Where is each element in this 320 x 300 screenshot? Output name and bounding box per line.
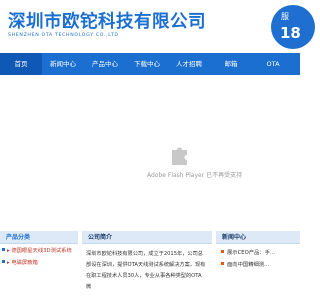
nav-item-mail[interactable]: 邮箱 (210, 53, 252, 75)
intro-panel: 公司简介 深圳市欧铊科技有限公司，成立于2015年，公司总部设在深圳，提供OTA… (82, 231, 212, 300)
plugin-puzzle-icon (168, 142, 192, 166)
banner-area (0, 75, 300, 230)
main-nav: 首页 新闻中心 产品中心 下载中心 人才招聘 邮箱 OTA CRM (0, 53, 300, 75)
bullet-icon (221, 250, 224, 253)
phone-badge-label: 服 (281, 12, 289, 21)
nav-item-home[interactable]: 首页 (0, 53, 42, 75)
news-panel: 新闻中心 展示CEO产品：手... 面向中国精细测... (216, 231, 300, 300)
nav-item-crm[interactable]: CRM (286, 53, 301, 75)
bullet-icon (221, 262, 224, 265)
news-item[interactable]: 面向中国精细测... (221, 260, 269, 270)
products-panel-title: 产品分类 (6, 234, 31, 241)
nav-item-downloads[interactable]: 下载中心 (126, 53, 168, 75)
product-category-label: ▸ 德国眼星天线3D测试系统 (7, 248, 72, 254)
nav-item-products[interactable]: 产品中心 (84, 53, 126, 75)
intro-panel-header: 公司简介 (82, 231, 212, 244)
news-item[interactable]: 展示CEO产品：手... (221, 248, 275, 258)
flash-unsupported-message: Adobe Flash Player 已不再受支持 (147, 172, 243, 179)
news-panel-title: 新闻中心 (222, 234, 247, 241)
logo-title-cn[interactable]: 深圳市欧铊科技有限公司 (8, 8, 206, 33)
news-item-label: 展示CEO产品：手... (227, 250, 276, 256)
product-category-label: ▸ 电磁屏蔽箱 (7, 260, 38, 266)
nav-item-news[interactable]: 新闻中心 (42, 53, 84, 75)
products-panel-header: 产品分类 (0, 231, 78, 244)
intro-panel-title: 公司简介 (88, 234, 113, 241)
logo-title-en: SHENZHEN OTA TECHNOLOGY CO.,LTD (8, 33, 119, 38)
products-panel: 产品分类 ▸ 德国眼星天线3D测试系统 ▸ 电磁屏蔽箱 (0, 231, 78, 300)
nav-item-careers[interactable]: 人才招聘 (168, 53, 210, 75)
bullet-icon (2, 248, 5, 251)
news-item-label: 面向中国精细测... (227, 262, 270, 268)
news-panel-header: 新闻中心 (216, 231, 300, 244)
header: 深圳市欧铊科技有限公司 SHENZHEN OTA TECHNOLOGY CO.,… (0, 0, 315, 52)
phone-number: 18 (280, 24, 301, 42)
phone-badge: 服 18 (271, 5, 315, 49)
product-category-item[interactable]: ▸ 电磁屏蔽箱 (2, 258, 38, 268)
intro-text: 深圳市欧铊科技有限公司，成立于2015年，公司总部设在深圳，提供OTA天线测试系… (86, 251, 206, 290)
bullet-icon (2, 260, 5, 263)
product-category-item[interactable]: ▸ 德国眼星天线3D测试系统 (2, 246, 72, 256)
